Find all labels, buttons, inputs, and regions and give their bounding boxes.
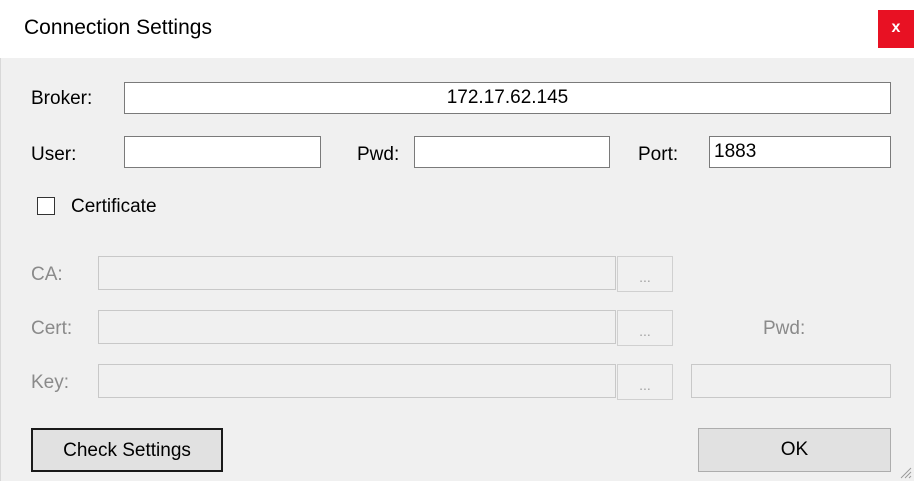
ca-browse-button[interactable]: ... xyxy=(617,256,673,292)
certificate-label[interactable]: Certificate xyxy=(71,196,157,218)
cert-label: Cert: xyxy=(31,318,73,339)
cert-input[interactable] xyxy=(98,310,616,344)
cert-browse-button[interactable]: ... xyxy=(617,310,673,346)
key-label: Key: xyxy=(31,372,70,393)
key-pwd-input[interactable] xyxy=(691,364,891,398)
pwd-input[interactable] xyxy=(414,136,610,168)
resize-grip-icon[interactable] xyxy=(898,465,912,479)
ok-button[interactable]: OK xyxy=(698,428,891,472)
key-pwd-label: Pwd: xyxy=(763,318,806,339)
dialog-title: Connection Settings xyxy=(24,16,212,39)
close-button[interactable]: x xyxy=(878,10,914,48)
key-input[interactable] xyxy=(98,364,616,398)
ca-label: CA: xyxy=(31,264,63,285)
connection-settings-dialog: Connection Settings x Broker: User: Pwd:… xyxy=(0,0,914,481)
check-settings-button[interactable]: Check Settings xyxy=(31,428,223,472)
pwd-label: Pwd: xyxy=(357,144,400,165)
title-bar[interactable]: Connection Settings x xyxy=(0,0,914,58)
close-icon: x xyxy=(891,19,901,36)
certificate-checkbox[interactable] xyxy=(37,197,55,215)
broker-label: Broker: xyxy=(31,88,93,109)
dialog-body: Broker: User: Pwd: Port: Certificate CA:… xyxy=(0,58,914,481)
key-browse-button[interactable]: ... xyxy=(617,364,673,400)
ca-input[interactable] xyxy=(98,256,616,290)
user-label: User: xyxy=(31,144,77,165)
port-input[interactable] xyxy=(709,136,891,168)
broker-input[interactable] xyxy=(124,82,891,114)
port-label: Port: xyxy=(638,144,679,165)
user-input[interactable] xyxy=(124,136,321,168)
